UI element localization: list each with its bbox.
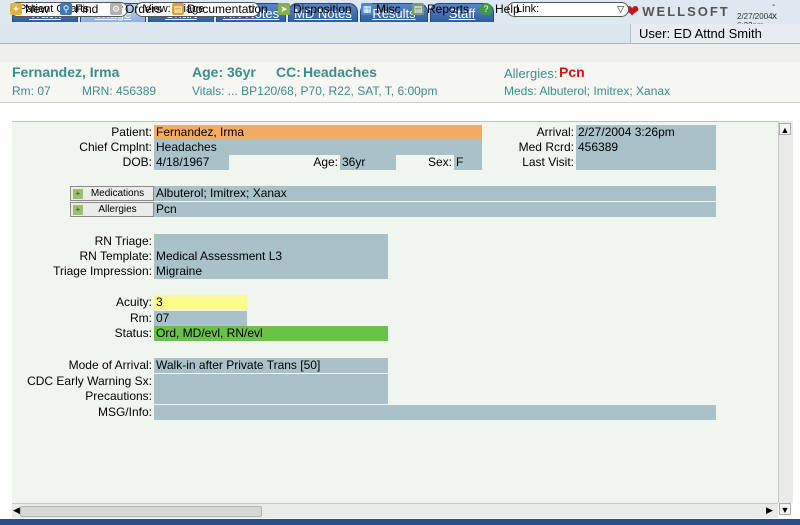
header-cc-label: CC: <box>276 64 301 80</box>
window-controls[interactable]: - x <box>772 0 800 22</box>
logo-text: WELLSOFT <box>642 3 730 19</box>
rn-template-field[interactable]: Medical Assessment L3 <box>154 249 388 264</box>
reports-label: Reports <box>427 2 470 16</box>
orders-icon: ⚙ <box>110 3 122 15</box>
room-label: Rm: <box>130 311 152 325</box>
documentation-label: Documentation <box>187 2 268 16</box>
plus-icon: + <box>73 188 83 199</box>
header-allergies-value: Pcn <box>559 64 585 80</box>
help-button[interactable]: ? Help <box>480 1 520 17</box>
last-visit-field[interactable] <box>576 155 716 170</box>
med-record-label: Med Rcrd: <box>518 140 574 154</box>
reports-icon: ▤ <box>412 3 424 15</box>
allergies-button-label: Allergies <box>98 204 137 215</box>
disposition-label: Disposition <box>293 2 352 16</box>
help-icon: ? <box>480 3 492 15</box>
wellsoft-logo: ❤ WELLSOFT <box>625 2 730 20</box>
documentation-icon: ▤ <box>172 3 184 15</box>
help-label: Help <box>495 2 520 16</box>
disposition-button[interactable]: ➤ Disposition <box>278 1 352 17</box>
status-field[interactable]: Ord, MD/evl, RN/evl <box>154 326 388 341</box>
cdc-warning-field[interactable] <box>154 374 388 389</box>
allergies-button[interactable]: + Allergies <box>70 202 154 217</box>
arrival-field[interactable]: 2/27/2004 3:26pm <box>576 125 716 140</box>
mode-of-arrival-label: Mode of Arrival: <box>68 358 152 372</box>
misc-icon: ▦ <box>361 3 373 15</box>
header-vitals: Vitals: ... BP120/68, P70, R22, SAT, T, … <box>192 84 438 98</box>
med-record-field[interactable]: 456389 <box>576 140 716 155</box>
new-icon: ✦ <box>10 3 22 15</box>
cdc-warning-label: CDC Early Warning Sx: <box>27 374 152 388</box>
orders-label: Orders <box>125 2 162 16</box>
scroll-up-icon[interactable]: ▲ <box>779 123 791 135</box>
header-patient-name: Fernandez, Irma <box>12 64 120 80</box>
horizontal-scroll-thumb[interactable] <box>20 506 262 517</box>
header-meds: Meds: Albuterol; Imitrex; Xanax <box>504 84 671 98</box>
triage-impression-label: Triage Impression: <box>53 264 152 278</box>
header-room: Rm: 07 <box>12 84 51 98</box>
room-field[interactable]: 07 <box>154 311 247 326</box>
chevron-down-icon: ▽ <box>617 4 624 14</box>
dob-field[interactable]: 4/18/1967 <box>154 155 229 170</box>
sex-label: Sex: <box>427 155 452 169</box>
plus-icon: + <box>73 204 83 215</box>
rn-template-label: RN Template: <box>79 249 152 263</box>
medications-button[interactable]: + Medications <box>70 186 154 201</box>
header-mrn: MRN: 456389 <box>82 84 157 98</box>
spacer <box>0 103 800 121</box>
precautions-label: Precautions: <box>85 389 152 403</box>
allergies-field[interactable]: Pcn <box>154 202 716 217</box>
toolbar <box>0 44 800 63</box>
vertical-scrollbar[interactable] <box>778 121 793 503</box>
header-age: Age: 36yr <box>192 64 256 80</box>
taskbar <box>0 519 800 525</box>
rn-triage-label: RN Triage: <box>94 234 152 248</box>
misc-button[interactable]: ▦ Misc <box>361 1 401 17</box>
find-icon: ⚲ <box>60 3 72 15</box>
scroll-down-icon[interactable]: ▼ <box>779 503 791 515</box>
chief-complaint-field[interactable]: Headaches <box>154 140 482 155</box>
misc-label: Misc <box>376 2 401 16</box>
msg-info-field[interactable] <box>154 405 716 420</box>
link-dropdown[interactable]: Link: ▽ <box>507 2 629 17</box>
acuity-field[interactable]: 3 <box>154 295 247 310</box>
current-user: User: ED Attnd Smith <box>630 24 800 43</box>
scroll-right-icon[interactable]: ▶ <box>766 505 773 516</box>
find-button[interactable]: ⚲ Find <box>60 1 98 17</box>
disposition-icon: ➤ <box>278 3 290 15</box>
age-field[interactable]: 36yr <box>340 155 396 170</box>
last-visit-label: Last Visit: <box>522 155 574 169</box>
patient-field[interactable]: Fernandez, Irma <box>154 125 482 140</box>
age-label: Age: <box>313 155 338 169</box>
rn-triage-field[interactable] <box>154 234 388 249</box>
orders-button[interactable]: ⚙ Orders <box>110 1 162 17</box>
precautions-field[interactable] <box>154 389 388 404</box>
scroll-left-icon[interactable]: ◀ <box>13 505 20 516</box>
dob-label: DOB: <box>122 155 152 169</box>
medications-button-label: Medications <box>90 188 145 199</box>
new-label: New <box>25 2 50 16</box>
header-allergies-label: Allergies: <box>504 66 558 81</box>
header-cc-value: Headaches <box>303 64 377 80</box>
medications-field[interactable]: Albuterol; Imitrex; Xanax <box>154 186 716 201</box>
documentation-button[interactable]: ▤ Documentation <box>172 1 268 17</box>
chief-complaint-label: Chief Cmplnt: <box>79 140 152 154</box>
arrival-label: Arrival: <box>536 125 574 139</box>
reports-button[interactable]: ▤ Reports <box>412 1 469 17</box>
new-button[interactable]: ✦ New <box>10 1 49 17</box>
mode-of-arrival-field[interactable]: Walk-in after Private Trans [50] <box>154 358 388 373</box>
status-label: Status: <box>114 326 152 340</box>
triage-impression-field[interactable]: Migraine <box>154 264 388 279</box>
find-label: Find <box>75 2 99 16</box>
acuity-label: Acuity: <box>115 295 152 309</box>
msg-info-label: MSG/Info: <box>97 405 152 419</box>
patient-label: Patient: <box>111 125 152 139</box>
